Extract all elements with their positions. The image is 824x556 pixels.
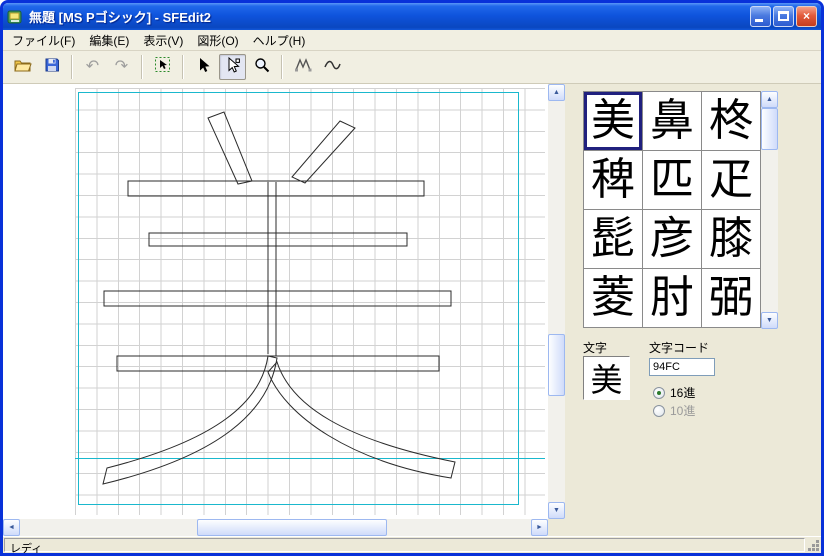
window-title: 無題 [MS Pゴシック] - SFEdit2 (29, 7, 750, 26)
floppy-disk-icon (44, 57, 60, 78)
char-cell[interactable]: 稗 (584, 151, 642, 209)
char-cell-selected[interactable]: 美 (584, 92, 642, 150)
char-cell[interactable]: 弼 (702, 269, 760, 327)
char-cell[interactable]: 疋 (702, 151, 760, 209)
scroll-up-button[interactable]: ▲ (548, 84, 565, 101)
redo-button[interactable]: ↷ (108, 54, 135, 80)
close-button[interactable]: × (796, 6, 817, 27)
resize-grip[interactable] (807, 539, 819, 551)
char-cell[interactable]: 匹 (643, 151, 701, 209)
char-cell[interactable]: 柊 (702, 92, 760, 150)
node-cursor-icon (225, 57, 241, 78)
undo-arrow-icon: ↶ (86, 59, 99, 75)
canvas-horizontal-scrollbar[interactable]: ◄ ► (3, 519, 548, 536)
minimize-button[interactable] (750, 6, 771, 27)
zoom-tool-button[interactable] (248, 54, 275, 80)
palette-scroll-thumb[interactable] (761, 108, 778, 150)
polyline-m-icon (294, 57, 312, 78)
char-cell[interactable]: 鼻 (643, 92, 701, 150)
char-label: 文字 (583, 339, 607, 356)
char-cell[interactable]: 肘 (643, 269, 701, 327)
toolbar-separator (182, 55, 184, 79)
dec-radio-label: 10進 (670, 402, 695, 419)
char-cell[interactable]: 彦 (643, 210, 701, 268)
char-code-input[interactable] (649, 358, 715, 376)
menu-edit[interactable]: 編集(E) (82, 30, 136, 51)
status-text: レディ (4, 538, 805, 552)
menu-bar: ファイル(F) 編集(E) 表示(V) 図形(O) ヘルプ(H) (3, 30, 821, 51)
arrow-cursor-icon (196, 57, 212, 78)
select-tool-button[interactable] (190, 54, 217, 80)
glyph-canvas[interactable] (3, 84, 548, 519)
scroll-down-button[interactable]: ▼ (548, 502, 565, 519)
palette-scroll-up-button[interactable]: ▲ (761, 91, 778, 108)
folder-open-icon (14, 57, 32, 78)
palette-scrollbar[interactable]: ▲ ▼ (761, 91, 778, 329)
client-area: ▲ ▼ ◄ ► 美 鼻 柊 稗 匹 疋 髭 彦 膝 菱 肘 (3, 84, 821, 536)
node-edit-tool-button[interactable] (219, 54, 246, 80)
radio-hex-row[interactable]: 16進 (653, 384, 695, 401)
char-cell[interactable]: 膝 (702, 210, 760, 268)
magnifier-icon (254, 57, 270, 78)
toolbar: ↶ ↷ (3, 51, 821, 84)
char-cell[interactable]: 髭 (584, 210, 642, 268)
glyph-outline[interactable] (3, 84, 548, 519)
canvas-vertical-scrollbar[interactable]: ▲ ▼ (548, 84, 565, 519)
smooth-curve-icon (323, 57, 341, 78)
side-panel: 美 鼻 柊 稗 匹 疋 髭 彦 膝 菱 肘 弼 ▲ ▼ 文字 文字コード 美 (565, 84, 821, 536)
menu-view[interactable]: 表示(V) (136, 30, 190, 51)
palette-scroll-down-button[interactable]: ▼ (761, 312, 778, 329)
status-bar: レディ (3, 536, 821, 553)
scroll-right-button[interactable]: ► (531, 519, 548, 536)
radio-dec-row[interactable]: 10進 (653, 402, 695, 419)
vertical-scroll-thumb[interactable] (548, 334, 565, 396)
horizontal-scroll-thumb[interactable] (197, 519, 387, 536)
app-icon (7, 8, 25, 26)
title-bar: 無題 [MS Pゴシック] - SFEdit2 × (3, 3, 821, 30)
open-button[interactable] (9, 54, 36, 80)
fit-selection-button[interactable] (149, 54, 176, 80)
dashed-selection-icon (154, 56, 171, 78)
scrollbar-corner (548, 519, 565, 536)
save-button[interactable] (38, 54, 65, 80)
toolbar-separator (71, 55, 73, 79)
corner-point-tool-button[interactable] (289, 54, 316, 80)
menu-help[interactable]: ヘルプ(H) (246, 30, 313, 51)
char-code-label: 文字コード (649, 339, 709, 356)
redo-arrow-icon: ↷ (115, 59, 128, 75)
undo-button[interactable]: ↶ (79, 54, 106, 80)
app-window: 無題 [MS Pゴシック] - SFEdit2 × ファイル(F) 編集(E) … (0, 0, 824, 556)
menu-shape[interactable]: 図形(O) (190, 30, 245, 51)
hex-radio-button[interactable] (653, 387, 665, 399)
maximize-button[interactable] (773, 6, 794, 27)
smooth-curve-tool-button[interactable] (318, 54, 345, 80)
char-palette: 美 鼻 柊 稗 匹 疋 髭 彦 膝 菱 肘 弼 (583, 91, 761, 328)
maximize-icon (778, 11, 789, 21)
toolbar-separator (281, 55, 283, 79)
scroll-left-button[interactable]: ◄ (3, 519, 20, 536)
dec-radio-button[interactable] (653, 405, 665, 417)
char-preview-box: 美 (583, 356, 630, 400)
menu-file[interactable]: ファイル(F) (5, 30, 82, 51)
hex-radio-label: 16進 (670, 384, 695, 401)
char-cell[interactable]: 菱 (584, 269, 642, 327)
toolbar-separator (141, 55, 143, 79)
minimize-icon (755, 19, 763, 22)
